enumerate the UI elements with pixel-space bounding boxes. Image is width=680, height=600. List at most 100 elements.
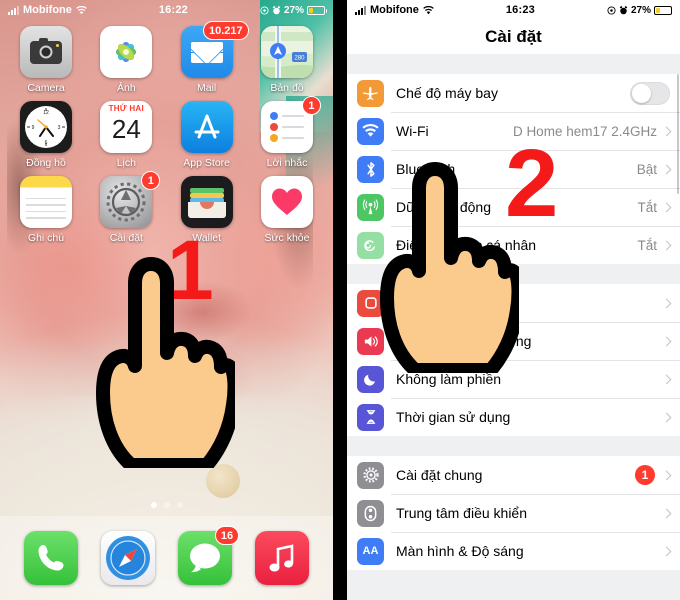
rotation-lock-icon xyxy=(607,5,616,15)
alarm-clock-icon xyxy=(272,5,281,14)
chevron-right-icon xyxy=(661,126,672,136)
app-reminders[interactable]: 1 Lời nhắc xyxy=(251,96,323,169)
settings-row-notifications[interactable]: Thông báo xyxy=(347,284,680,322)
section-gap xyxy=(347,436,680,456)
dock-app-safari[interactable] xyxy=(92,531,164,585)
panel-divider xyxy=(333,0,347,600)
page-dot-2[interactable] xyxy=(163,502,170,508)
dock-app-phone[interactable] xyxy=(15,531,87,585)
settings-row-general[interactable]: Cài đặt chung 1 xyxy=(347,456,680,494)
app-photos[interactable]: Ảnh xyxy=(90,26,162,94)
row-value: Tắt xyxy=(637,199,657,215)
row-value: Bật xyxy=(636,161,657,177)
row-label: Màn hình & Độ sáng xyxy=(396,543,524,559)
row-label: Âm thanh & Cảm ứng xyxy=(396,333,532,349)
dock-app-music[interactable] xyxy=(246,531,318,585)
settings-group-general: Cài đặt chung 1 Trung tâm điều khiển AA xyxy=(347,456,680,570)
airplane-mode-toggle[interactable] xyxy=(630,81,670,105)
calendar-day: 24 xyxy=(111,114,141,144)
status-time: 16:22 xyxy=(158,4,188,16)
app-maps[interactable]: 280 Bản đồ xyxy=(251,26,323,94)
display-aa-icon: AA xyxy=(357,537,384,565)
app-mail[interactable]: 10.217 Mail xyxy=(171,21,249,94)
app-label: Camera xyxy=(27,82,65,94)
chevron-right-icon xyxy=(661,546,672,556)
calendar-icon: THỨ HAI 24 xyxy=(100,101,153,153)
page-dot-3[interactable] xyxy=(176,502,183,508)
app-label: Ghi chú xyxy=(27,232,65,244)
left-status-bar: Mobifone 16:22 27% xyxy=(0,0,333,20)
row-label: Cài đặt chung xyxy=(396,467,483,483)
svg-text:6: 6 xyxy=(45,140,48,146)
app-label: Cài đặt xyxy=(109,232,143,244)
settings-gear-icon xyxy=(357,461,384,489)
battery-icon xyxy=(307,5,327,15)
dock-app-messages[interactable]: 16 xyxy=(169,526,241,585)
row-label: Wi-Fi xyxy=(396,123,429,139)
settings-row-display-brightness[interactable]: AA Màn hình & Độ sáng xyxy=(347,532,680,570)
messages-badge: 16 xyxy=(214,526,240,545)
step-number-1: 1 xyxy=(167,223,214,317)
wallet-icon xyxy=(180,176,233,228)
settings-row-airplane-mode[interactable]: Chế độ máy bay xyxy=(347,74,680,112)
app-label: App Store xyxy=(183,157,230,169)
svg-text:3: 3 xyxy=(58,125,61,131)
page-dot-1[interactable] xyxy=(150,502,157,508)
settings-badge: 1 xyxy=(141,171,161,190)
page-title: Cài đặt xyxy=(347,20,680,54)
comparison-stage: Mobifone 16:22 27% Camera Ảnh 10.217 Mai… xyxy=(0,0,680,600)
app-store-icon xyxy=(180,101,233,153)
wifi-icon xyxy=(423,5,434,14)
row-label: Chế độ máy bay xyxy=(396,85,498,101)
home-row-2: 12 3 6 9 Đồng hồ THỨ HAI 24 Lịch App Sto… xyxy=(10,96,323,169)
chevron-right-icon xyxy=(661,374,672,384)
sound-speaker-icon xyxy=(357,327,384,355)
calendar-weekday: THỨ HAI xyxy=(100,101,153,115)
battery-icon xyxy=(654,5,674,15)
row-label: Thời gian sử dụng xyxy=(396,409,511,425)
chevron-right-icon xyxy=(661,240,672,250)
chevron-right-icon xyxy=(661,202,672,212)
app-label: Ảnh xyxy=(116,82,136,94)
page-dots xyxy=(0,502,333,508)
wifi-icon xyxy=(76,5,87,14)
hotspot-icon xyxy=(357,231,384,259)
app-settings[interactable]: 1 Cài đặt xyxy=(90,171,162,244)
app-calendar[interactable]: THỨ HAI 24 Lịch xyxy=(90,101,162,169)
battery-percent: 27% xyxy=(283,4,304,16)
wifi-icon xyxy=(357,117,384,145)
svg-text:12: 12 xyxy=(43,110,49,116)
app-clock[interactable]: 12 3 6 9 Đồng hồ xyxy=(10,101,82,169)
section-gap xyxy=(347,54,680,74)
settings-row-control-center[interactable]: Trung tâm điều khiển xyxy=(347,494,680,532)
settings-row-screen-time[interactable]: Thời gian sử dụng xyxy=(347,398,680,436)
section-gap xyxy=(347,264,680,284)
mail-badge: 10.217 xyxy=(203,21,249,40)
svg-text:280: 280 xyxy=(294,56,305,62)
right-status-bar: Mobifone 16:23 27% xyxy=(347,0,680,20)
display-aa-label: AA xyxy=(362,545,379,557)
app-label: Mail xyxy=(197,82,217,94)
app-health[interactable]: Sức khỏe xyxy=(251,176,323,244)
app-app-store[interactable]: App Store xyxy=(171,101,243,169)
step-number-2: 2 xyxy=(505,130,559,237)
clock-icon: 12 3 6 9 xyxy=(20,101,72,153)
alarm-clock-icon xyxy=(619,5,628,14)
right-phone-settings-screen: Mobifone 16:23 27% Cài đặt Chế độ máy ba… xyxy=(347,0,680,600)
battery-percent: 27% xyxy=(630,4,651,16)
settings-row-sounds-haptics[interactable]: Âm thanh & Cảm ứng xyxy=(347,322,680,360)
app-notes[interactable]: Ghi chú xyxy=(10,176,82,244)
chevron-right-icon xyxy=(661,336,672,346)
moon-icon xyxy=(357,365,384,393)
maps-icon: 280 xyxy=(260,26,313,78)
signal-bars-icon xyxy=(355,5,366,15)
app-label: Lời nhắc xyxy=(266,157,308,169)
control-center-icon xyxy=(357,499,384,527)
app-camera[interactable]: Camera xyxy=(10,26,82,94)
row-label: Điểm truy cập cá nhân xyxy=(396,237,537,253)
signal-bars-icon xyxy=(8,5,19,15)
bluetooth-icon xyxy=(357,155,384,183)
settings-row-do-not-disturb[interactable]: Không làm phiền xyxy=(347,360,680,398)
scroll-indicator[interactable] xyxy=(676,74,679,194)
cellular-tower-icon xyxy=(357,193,384,221)
